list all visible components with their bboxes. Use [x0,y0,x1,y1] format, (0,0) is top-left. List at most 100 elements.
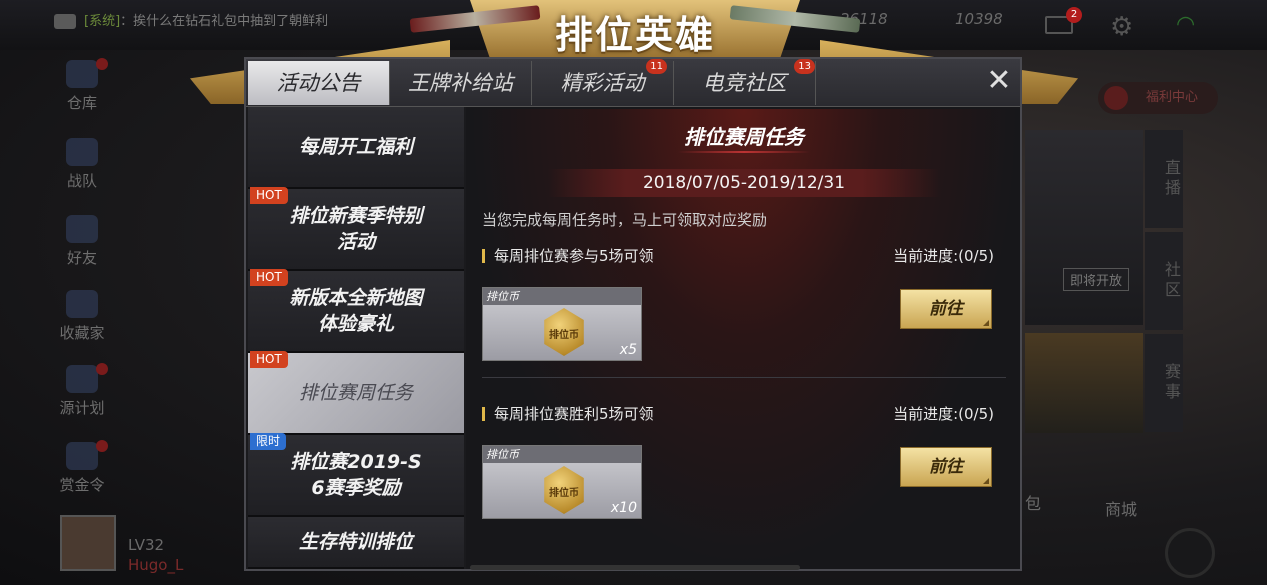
reward-card[interactable]: 排位币 排位币 x10 [482,445,642,519]
activity-content: 排位赛周任务 2018/07/05-2019/12/31 当您完成每周任务时，马… [468,109,1020,569]
wifi-icon: ◠ [1176,12,1196,37]
gift-icon [1104,86,1128,110]
banner-title: 排位英雄 [554,13,715,57]
reward-name: 排位币 [483,446,641,463]
notification-dot [96,363,108,375]
reward-quantity: x5 [619,342,637,358]
tab-label: 活动公告 [276,71,361,95]
collector-icon [66,290,98,318]
task-item: 每周排位赛参与5场可领 当前进度:(0/5) 排位币 排位币 x5 前往 [468,245,1020,395]
friends-icon [66,215,98,243]
mail-badge: 2 [1066,7,1082,23]
tab-events[interactable]: 赛事 [1145,334,1183,432]
nav-item-clan[interactable]: 战队 [40,138,124,191]
tab-badge: 11 [646,59,667,74]
activity-sidebar: 每周开工福利 HOT 排位新赛季特别 活动 HOT 新版本全新地图 体验豪礼 H… [246,107,466,569]
nav-item-source-plan[interactable]: 源计划 [40,363,124,418]
sidebar-item-label: 生存特训排位 [298,531,413,553]
notification-dot [96,440,108,452]
task-item: 每周排位赛胜利5场可领 当前进度:(0/5) 排位币 排位币 x10 前往 [468,403,1020,553]
task-progress: 当前进度:(0/5) [893,247,994,265]
bag-label[interactable]: 包 [1025,490,1041,514]
nav-item-friends[interactable]: 好友 [40,215,124,268]
player-level: LV32 [128,536,165,554]
sidebar-item-label: 每周开工福利 [298,136,413,158]
task-divider [482,377,1006,378]
task-accent-bar [482,249,485,263]
task-name: 每周排位赛参与5场可领 [494,247,654,265]
close-button[interactable]: ✕ [984,66,1014,97]
coin-label: 排位币 [549,488,579,499]
nav-item-bounty[interactable]: 赏金令 [40,440,124,495]
activity-panel: 活动公告 王牌补给站 精彩活动 11 电竞社区 13 ✕ 每周开工福利 HOT 排位… [244,57,1022,571]
bounty-icon [66,442,98,470]
sidebar-item-new-map[interactable]: HOT 新版本全新地图 体验豪礼 [248,269,464,353]
task-progress: 当前进度:(0/5) [893,405,994,423]
system-message-text: ：挨什么在钻石礼包中抽到了朝鲜利 [120,14,329,29]
shop-button[interactable]: 商城 [1105,496,1137,520]
sidebar-item-ranked-weekly[interactable]: HOT 排位赛周任务 [248,351,464,435]
date-range: 2018/07/05-2019/12/31 [548,169,940,197]
system-message[interactable]: [系统]：挨什么在钻石礼包中抽到了朝鲜利 [54,10,328,29]
player-name: Hugo_L [128,556,184,574]
sidebar-item-season-rewards[interactable]: 限时 排位赛2019-S 6赛季奖励 [248,433,464,517]
go-button[interactable]: 前往 [900,289,992,329]
scrollbar[interactable] [470,565,800,570]
hot-tag: HOT [250,187,288,204]
nav-label: 战队 [66,172,97,190]
sidebar-item-survival-training[interactable]: 生存特训排位 [248,517,464,569]
system-tag: [系统] [84,14,121,29]
welfare-center-button[interactable]: 福利中心 [1098,82,1218,114]
tab-events[interactable]: 精彩活动 11 [532,59,674,105]
gear-icon[interactable]: ⚙ [1110,12,1133,42]
close-icon: ✕ [986,63,1012,98]
tab-esports-community[interactable]: 电竞社区 13 [674,59,816,105]
task-name: 每周排位赛胜利5场可领 [494,405,654,423]
notification-dot [96,58,108,70]
floating-action-button[interactable] [1165,528,1215,578]
limited-tag: 限时 [250,433,287,450]
adventure-banner[interactable] [1025,333,1143,433]
sidebar-item-label: 排位赛周任务 [298,382,413,404]
task-accent-bar [482,407,485,421]
tab-bar: 活动公告 王牌补给站 精彩活动 11 电竞社区 13 ✕ [246,59,1020,107]
source-plan-icon [66,365,98,393]
nav-label: 源计划 [59,399,105,417]
clan-icon [66,138,98,166]
sidebar-item-label: 排位新赛季特别 活动 [289,205,423,253]
nav-label: 好友 [66,249,97,267]
tab-label: 王牌补给站 [408,71,513,95]
nav-label: 仓库 [66,94,97,112]
reward-name: 排位币 [483,288,641,305]
tab-announcements[interactable]: 活动公告 [248,61,390,105]
currency-value-2: 10398 [955,10,1003,28]
title-underline [678,151,810,153]
avatar[interactable] [60,515,116,571]
sidebar-item-label: 排位赛2019-S 6赛季奖励 [290,451,422,499]
go-button[interactable]: 前往 [900,447,992,487]
nav-item-warehouse[interactable]: 仓库 [40,58,124,113]
coming-soon-label: 即将开放 [1063,268,1130,291]
hot-tag: HOT [250,351,288,368]
promo-banner[interactable] [1025,130,1143,325]
reward-card[interactable]: 排位币 排位币 x5 [482,287,642,361]
reward-quantity: x10 [610,500,637,516]
nav-label: 赏金令 [59,476,105,494]
sidebar-item-new-season[interactable]: HOT 排位新赛季特别 活动 [248,187,464,271]
tab-community[interactable]: 社区 [1145,232,1183,330]
tab-badge: 13 [794,59,815,74]
sidebar-item-weekly-welfare[interactable]: 每周开工福利 [248,107,464,189]
content-title: 排位赛周任务 [684,125,804,149]
content-description: 当您完成每周任务时，马上可领取对应奖励 [482,211,768,229]
chat-icon[interactable] [54,14,76,29]
warehouse-icon [66,60,98,88]
tab-live[interactable]: 直播 [1145,130,1183,228]
nav-item-collector[interactable]: 收藏家 [40,290,124,343]
nav-label: 收藏家 [59,324,105,342]
welfare-label: 福利中心 [1146,90,1199,105]
tab-label: 精彩活动 [560,71,645,95]
tab-supply-station[interactable]: 王牌补给站 [390,61,532,105]
tab-label: 电竞社区 [702,71,787,95]
hot-tag: HOT [250,269,288,286]
sidebar-item-label: 新版本全新地图 体验豪礼 [289,287,423,335]
